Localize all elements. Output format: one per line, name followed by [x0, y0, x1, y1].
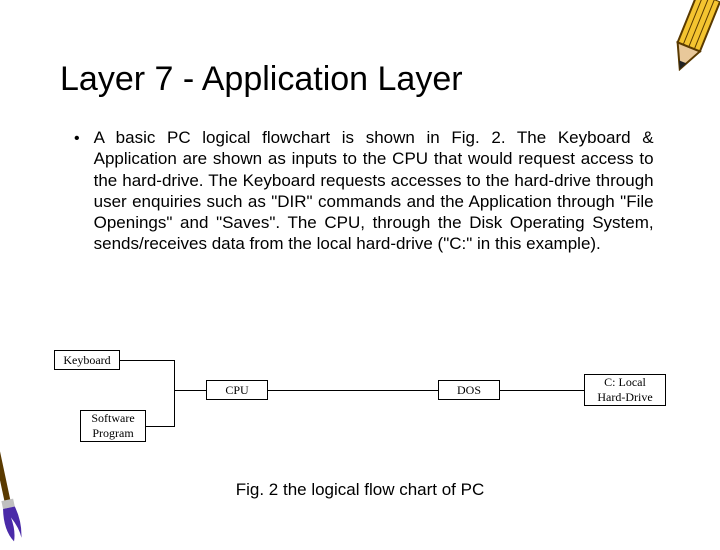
node-software: Software Program: [80, 410, 146, 442]
connector-line: [500, 390, 584, 391]
node-dos: DOS: [438, 380, 500, 400]
connector-line: [120, 360, 174, 361]
pencil-icon: [659, 0, 720, 79]
connector-line: [174, 360, 175, 427]
flowchart-diagram: Keyboard Software Program CPU DOS C: Loc…: [20, 350, 700, 470]
bullet-dot: •: [74, 127, 80, 147]
body-paragraph: A basic PC logical flowchart is shown in…: [94, 127, 654, 255]
node-drive: C: Local Hard-Drive: [584, 374, 666, 406]
node-keyboard: Keyboard: [54, 350, 120, 370]
bullet-item: • A basic PC logical flowchart is shown …: [60, 127, 660, 255]
node-cpu: CPU: [206, 380, 268, 400]
figure-caption: Fig. 2 the logical flow chart of PC: [0, 480, 720, 500]
slide: Layer 7 - Application Layer • A basic PC…: [0, 0, 720, 540]
connector-line: [174, 390, 206, 391]
slide-title: Layer 7 - Application Layer: [60, 60, 660, 99]
connector-line: [268, 390, 438, 391]
connector-line: [146, 426, 174, 427]
